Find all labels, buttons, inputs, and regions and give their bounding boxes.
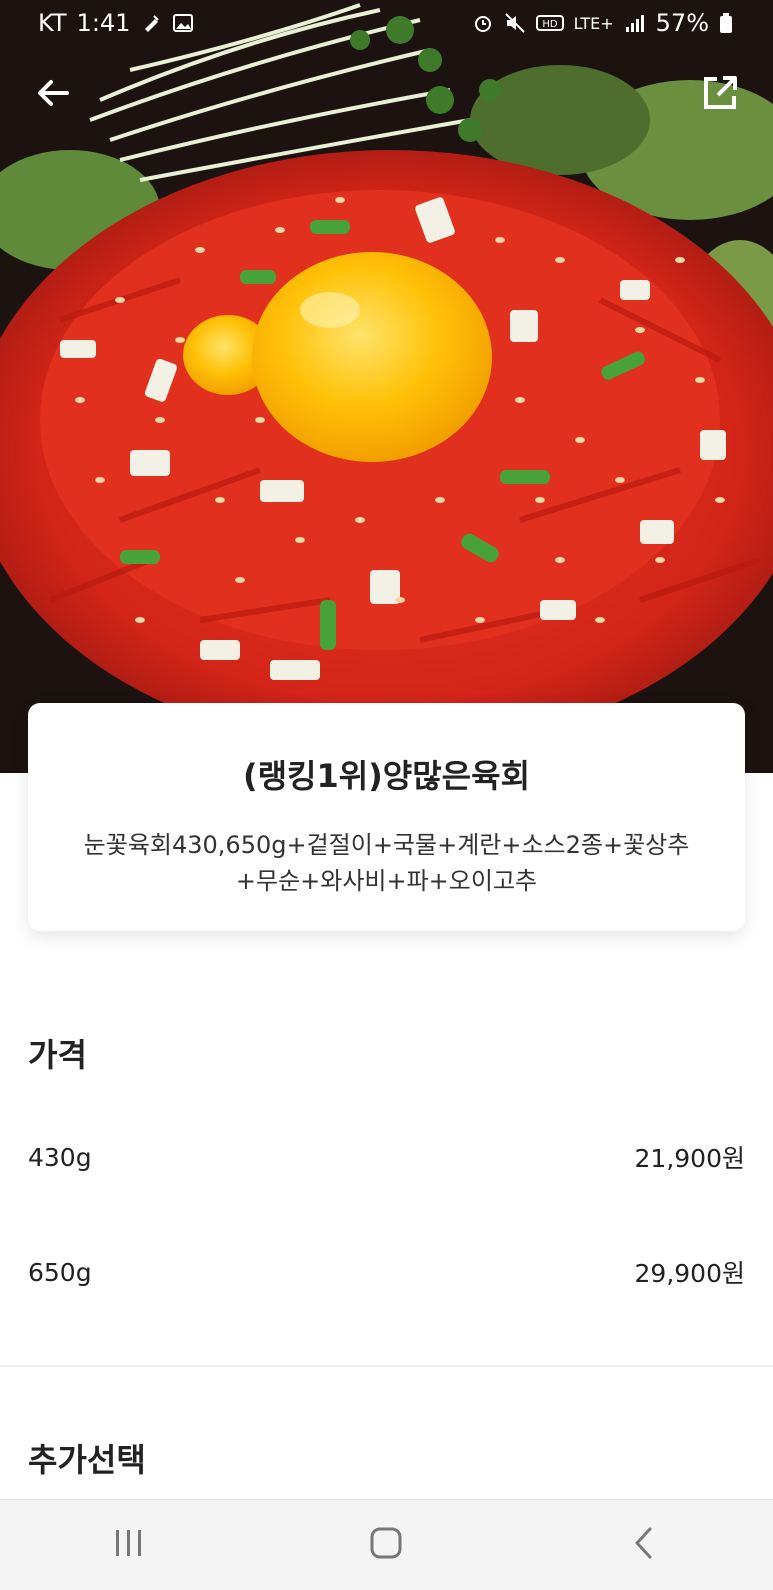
extra-section-title: 추가선택	[28, 1441, 146, 1479]
price-option-name: 650g	[28, 1257, 92, 1287]
price-option-row[interactable]: 650g 29,900원	[28, 1247, 745, 1297]
status-right: HD LTE+ 57%	[472, 9, 733, 37]
svg-text:HD: HD	[542, 19, 558, 30]
signal-icon	[624, 12, 646, 34]
back-nav-icon	[632, 1526, 656, 1564]
home-button[interactable]	[346, 1515, 426, 1575]
image-icon	[172, 12, 194, 34]
price-option-name: 430g	[28, 1142, 92, 1172]
price-section-title: 가격	[28, 1036, 87, 1074]
back-nav-button[interactable]	[604, 1515, 684, 1575]
battery-icon	[719, 12, 733, 34]
network-label: LTE+	[573, 13, 614, 33]
price-option-price: 29,900원	[634, 1259, 745, 1288]
product-image	[0, 0, 773, 773]
carrier-label: KT	[38, 9, 67, 37]
status-bar: KT 1:41 HD LTE+ 57%	[0, 0, 773, 48]
clock-label: 1:41	[76, 9, 131, 37]
share-button[interactable]	[695, 70, 745, 120]
arrow-left-icon	[35, 75, 71, 115]
product-description: 눈꽃육회430,650g+겉절이+국물+계란+소스2종+꽃상추+무순+와사비+파…	[83, 831, 690, 895]
product-title: (랭킹1위)양많은육회	[242, 757, 531, 795]
back-button[interactable]	[28, 70, 78, 120]
battery-label: 57%	[655, 9, 709, 37]
mute-icon	[504, 12, 526, 34]
hd-icon: HD	[535, 12, 564, 34]
recent-apps-button[interactable]	[89, 1515, 169, 1575]
pin-icon	[140, 12, 162, 34]
section-divider	[0, 1365, 773, 1367]
system-nav-bar	[0, 1499, 773, 1590]
recent-apps-icon	[113, 1528, 145, 1562]
share-external-icon	[701, 74, 739, 116]
product-info-card: (랭킹1위)양많은육회 눈꽃육회430,650g+겉절이+국물+계란+소스2종+…	[28, 703, 745, 931]
price-option-price: 21,900원	[634, 1144, 745, 1173]
status-left: KT 1:41	[38, 9, 194, 37]
alarm-icon	[472, 12, 494, 34]
price-option-row[interactable]: 430g 21,900원	[28, 1132, 745, 1182]
home-icon	[369, 1526, 403, 1564]
